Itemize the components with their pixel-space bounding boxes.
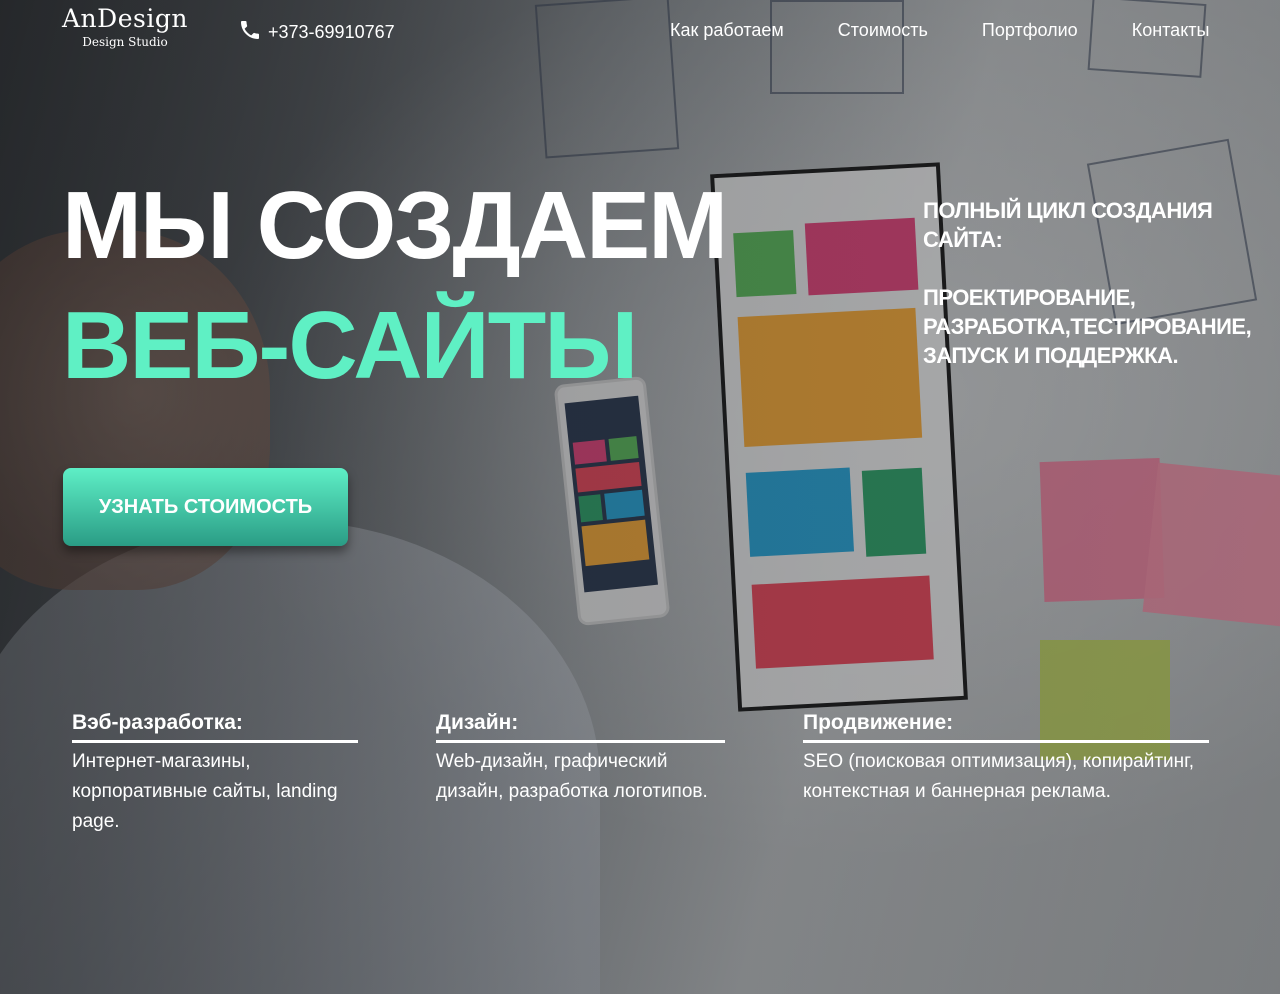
nav-how-we-work[interactable]: Как работаем	[670, 20, 784, 41]
service-title: Дизайн:	[436, 708, 725, 743]
logo-subtitle: Design Studio	[82, 35, 168, 49]
phone-icon	[238, 18, 262, 47]
aside-heading: ПОЛНЫЙ ЦИКЛ СОЗДАНИЯ САЙТА:	[923, 198, 1213, 252]
hero-title-line1: МЫ СОЗДАЕМ	[62, 172, 728, 279]
nav-portfolio[interactable]: Портфолио	[982, 20, 1078, 41]
hero-title-line2: ВЕБ-САЙТЫ	[62, 292, 638, 399]
phone-link[interactable]: +373-69910767	[238, 18, 395, 47]
service-promotion: Продвижение: SEO (поисковая оптимизация)…	[803, 708, 1209, 807]
service-description: SEO (поисковая оптимизация), копирайтинг…	[803, 751, 1195, 802]
service-design: Дизайн: Web-дизайн, графический дизайн, …	[436, 708, 725, 807]
aside-text: ПРОЕКТИРОВАНИЕ, РАЗРАБОТКА,ТЕСТИРОВАНИЕ,…	[923, 285, 1252, 368]
logo[interactable]: AnDesign Design Studio	[62, 4, 188, 49]
main-nav: Как работаем Стоимость Портфолио Контакт…	[670, 20, 1209, 41]
logo-name: AnDesign	[62, 4, 188, 33]
service-description: Интернет-магазины, корпоративные сайты, …	[72, 751, 338, 832]
nav-pricing[interactable]: Стоимость	[838, 20, 928, 41]
get-price-button[interactable]: УЗНАТЬ СТОИМОСТЬ	[63, 468, 348, 546]
hero-aside: ПОЛНЫЙ ЦИКЛ СОЗДАНИЯ САЙТА: ПРОЕКТИРОВАН…	[923, 196, 1252, 370]
service-web-development: Вэб-разработка: Интернет-магазины, корпо…	[72, 708, 358, 837]
service-title: Продвижение:	[803, 708, 1209, 743]
service-description: Web-дизайн, графический дизайн, разработ…	[436, 751, 708, 802]
service-title: Вэб-разработка:	[72, 708, 358, 743]
phone-number: +373-69910767	[268, 22, 395, 42]
nav-contacts[interactable]: Контакты	[1132, 20, 1210, 41]
